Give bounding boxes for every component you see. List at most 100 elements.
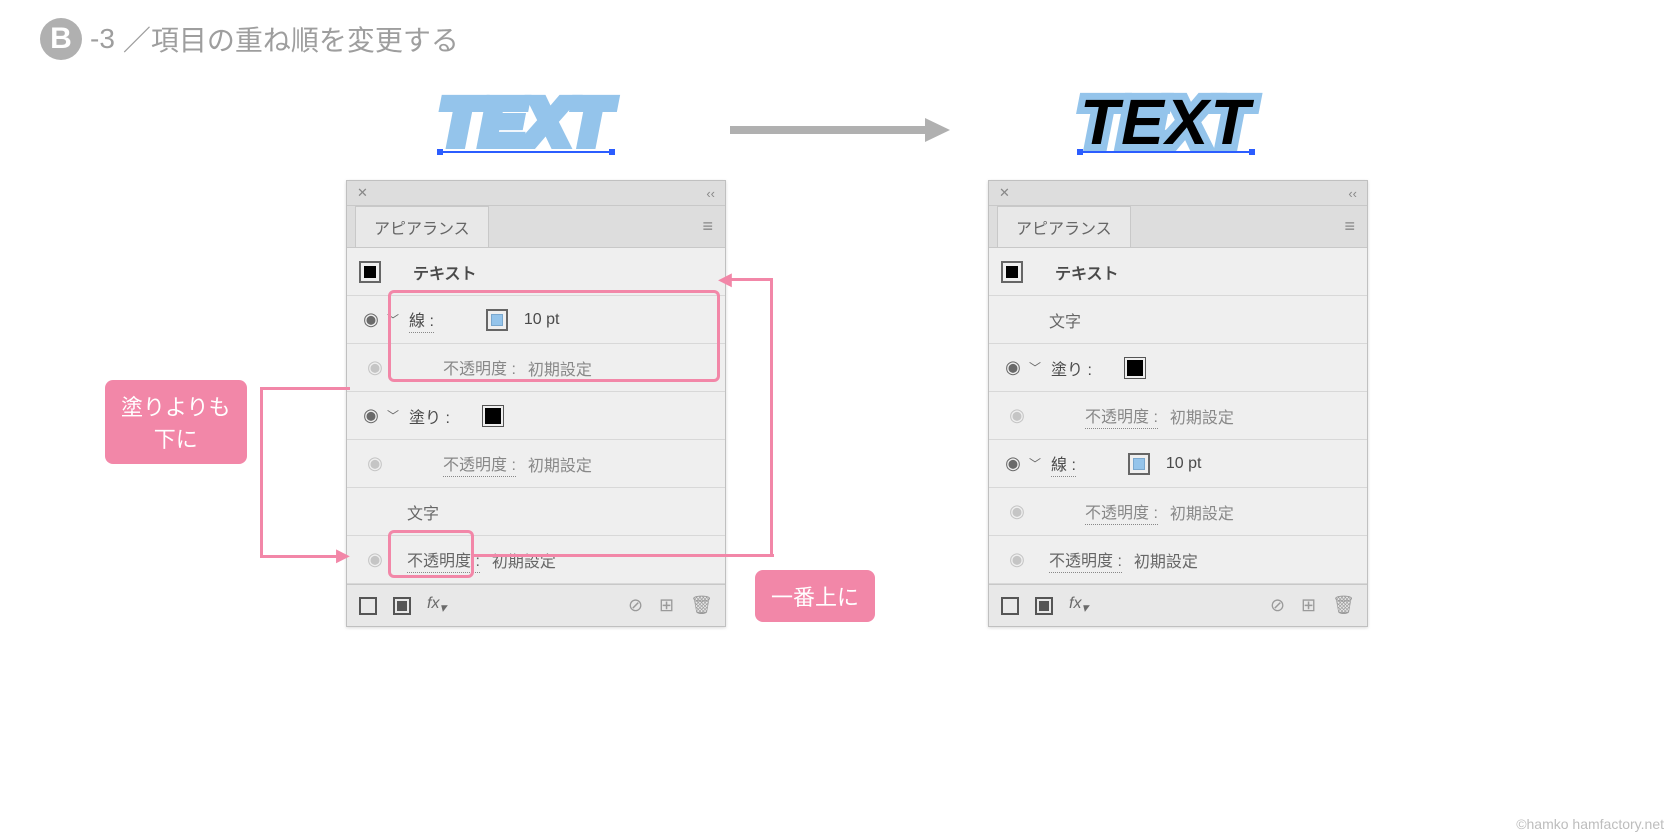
section-number: -3 bbox=[90, 23, 115, 55]
section-badge: B bbox=[40, 18, 82, 60]
duplicate-icon[interactable]: ⊞ bbox=[1301, 595, 1316, 616]
row-label: 不透明度 : bbox=[1085, 403, 1158, 429]
sample-text-label: TEXT bbox=[440, 85, 612, 159]
duplicate-icon[interactable]: ⊞ bbox=[659, 595, 674, 616]
text-object-row[interactable]: テキスト bbox=[989, 248, 1367, 296]
new-stroke-icon[interactable] bbox=[359, 597, 377, 615]
appearance-rows: テキスト ◉ ﹀ 線 : 10 pt ◉ 不透明度 : 初期設定 ◉ ﹀ 塗り … bbox=[347, 248, 725, 584]
new-fill-icon[interactable] bbox=[393, 597, 411, 615]
visibility-icon[interactable]: ◉ bbox=[359, 453, 391, 474]
characters-row[interactable]: 文字 bbox=[347, 488, 725, 536]
row-label: 塗り : bbox=[409, 404, 450, 428]
panel-menu-icon[interactable]: ≡ bbox=[698, 216, 717, 237]
opacity-value: 初期設定 bbox=[528, 356, 592, 380]
panel-titlebar: ✕ ‹‹ bbox=[347, 181, 725, 206]
clear-icon[interactable]: ⊘ bbox=[1270, 595, 1285, 616]
arrow-right-icon bbox=[730, 115, 950, 150]
opacity-row[interactable]: ◉ 不透明度 : 初期設定 bbox=[989, 488, 1367, 536]
credit-text: ©hamko hamfactory.net bbox=[1516, 816, 1664, 832]
section-title: ／項目の重ね順を変更する bbox=[123, 19, 459, 59]
annotation-line bbox=[474, 554, 774, 557]
row-label: 不透明度 : bbox=[1085, 499, 1158, 525]
add-effect-icon[interactable]: fx▾ bbox=[1069, 595, 1088, 616]
fill-row[interactable]: ◉ ﹀ 塗り : bbox=[347, 392, 725, 440]
opacity-row[interactable]: ◉ 不透明度 : 初期設定 bbox=[989, 536, 1367, 584]
opacity-value: 初期設定 bbox=[1134, 548, 1198, 572]
panel-titlebar: ✕ ‹‹ bbox=[989, 181, 1367, 206]
page-heading: B -3 ／項目の重ね順を変更する bbox=[40, 18, 459, 60]
row-label: 不透明度 : bbox=[443, 355, 516, 381]
opacity-row[interactable]: ◉ 不透明度 : 初期設定 bbox=[347, 344, 725, 392]
annotation-line bbox=[726, 278, 772, 281]
close-icon[interactable]: ✕ bbox=[999, 185, 1010, 201]
fill-swatch-icon[interactable] bbox=[1124, 357, 1146, 379]
fill-row[interactable]: ◉ ﹀ 塗り : bbox=[989, 344, 1367, 392]
chevron-down-icon[interactable]: ﹀ bbox=[387, 311, 405, 328]
stroke-swatch-icon[interactable] bbox=[486, 309, 508, 331]
trash-icon[interactable]: 🗑 bbox=[1332, 595, 1355, 616]
stroke-swatch-icon[interactable] bbox=[1128, 453, 1150, 475]
sample-text-after: TEXT TEXT bbox=[1080, 85, 1252, 153]
opacity-value: 初期設定 bbox=[492, 548, 556, 572]
fill-swatch-icon[interactable] bbox=[482, 405, 504, 427]
text-baseline bbox=[440, 151, 612, 153]
visibility-icon[interactable]: ◉ bbox=[1001, 549, 1033, 570]
callout-to-top: 一番上に bbox=[755, 570, 875, 622]
visibility-icon[interactable]: ◉ bbox=[355, 309, 387, 330]
visibility-icon[interactable]: ◉ bbox=[997, 357, 1029, 378]
annotation-line bbox=[260, 387, 350, 390]
visibility-icon[interactable]: ◉ bbox=[355, 405, 387, 426]
row-label: テキスト bbox=[1055, 260, 1119, 284]
sample-text-before: TEXT bbox=[440, 85, 612, 153]
row-label: 不透明度 : bbox=[407, 547, 480, 573]
row-label: 線 : bbox=[409, 307, 434, 333]
panel-footer: fx▾ ⊘ ⊞ 🗑 bbox=[989, 584, 1367, 626]
chevron-down-icon[interactable]: ﹀ bbox=[1029, 359, 1047, 376]
text-object-row[interactable]: テキスト bbox=[347, 248, 725, 296]
annotation-line bbox=[260, 555, 346, 558]
visibility-icon[interactable]: ◉ bbox=[359, 549, 391, 570]
chevron-down-icon[interactable]: ﹀ bbox=[1029, 455, 1047, 472]
panel-tabs: アピアランス ≡ bbox=[989, 206, 1367, 248]
opacity-value: 初期設定 bbox=[1170, 500, 1234, 524]
stroke-weight-value[interactable]: 10 pt bbox=[1166, 455, 1202, 473]
arrow-icon: ▶ bbox=[718, 269, 732, 290]
opacity-value: 初期設定 bbox=[1170, 404, 1234, 428]
collapse-icon[interactable]: ‹‹ bbox=[706, 186, 715, 201]
panel-tabs: アピアランス ≡ bbox=[347, 206, 725, 248]
appearance-tab[interactable]: アピアランス bbox=[997, 206, 1131, 247]
opacity-value: 初期設定 bbox=[528, 452, 592, 476]
opacity-row[interactable]: ◉ 不透明度 : 初期設定 bbox=[989, 392, 1367, 440]
appearance-rows: テキスト 文字 ◉ ﹀ 塗り : ◉ 不透明度 : 初期設定 ◉ ﹀ 線 : 1… bbox=[989, 248, 1367, 584]
collapse-icon[interactable]: ‹‹ bbox=[1348, 186, 1357, 201]
new-stroke-icon[interactable] bbox=[1001, 597, 1019, 615]
arrow-icon: ▶ bbox=[336, 545, 350, 566]
clear-icon[interactable]: ⊘ bbox=[628, 595, 643, 616]
appearance-panel-before: ✕ ‹‹ アピアランス ≡ テキスト ◉ ﹀ 線 : 10 pt ◉ 不透明度 … bbox=[346, 180, 726, 627]
panel-menu-icon[interactable]: ≡ bbox=[1340, 216, 1359, 237]
visibility-icon[interactable]: ◉ bbox=[1001, 501, 1033, 522]
appearance-tab[interactable]: アピアランス bbox=[355, 206, 489, 247]
row-label: 不透明度 : bbox=[1049, 547, 1122, 573]
stroke-row[interactable]: ◉ ﹀ 線 : 10 pt bbox=[347, 296, 725, 344]
characters-row[interactable]: 文字 bbox=[989, 296, 1367, 344]
trash-icon[interactable]: 🗑 bbox=[690, 595, 713, 616]
add-effect-icon[interactable]: fx▾ bbox=[427, 595, 446, 616]
row-label: 塗り : bbox=[1051, 356, 1092, 380]
row-label: テキスト bbox=[413, 260, 477, 284]
chevron-down-icon[interactable]: ﹀ bbox=[387, 407, 405, 424]
opacity-row[interactable]: ◉ 不透明度 : 初期設定 bbox=[347, 440, 725, 488]
stroke-row[interactable]: ◉ ﹀ 線 : 10 pt bbox=[989, 440, 1367, 488]
visibility-icon[interactable]: ◉ bbox=[997, 453, 1029, 474]
appearance-panel-after: ✕ ‹‹ アピアランス ≡ テキスト 文字 ◉ ﹀ 塗り : ◉ 不透明度 : … bbox=[988, 180, 1368, 627]
close-icon[interactable]: ✕ bbox=[357, 185, 368, 201]
text-baseline bbox=[1080, 151, 1252, 153]
stroke-weight-value[interactable]: 10 pt bbox=[524, 311, 560, 329]
annotation-line bbox=[770, 278, 773, 556]
visibility-icon[interactable]: ◉ bbox=[1001, 405, 1033, 426]
visibility-icon[interactable]: ◉ bbox=[359, 357, 391, 378]
row-label: 文字 bbox=[1049, 308, 1081, 332]
new-fill-icon[interactable] bbox=[1035, 597, 1053, 615]
row-label: 不透明度 : bbox=[443, 451, 516, 477]
opacity-row[interactable]: ◉ 不透明度 : 初期設定 bbox=[347, 536, 725, 584]
